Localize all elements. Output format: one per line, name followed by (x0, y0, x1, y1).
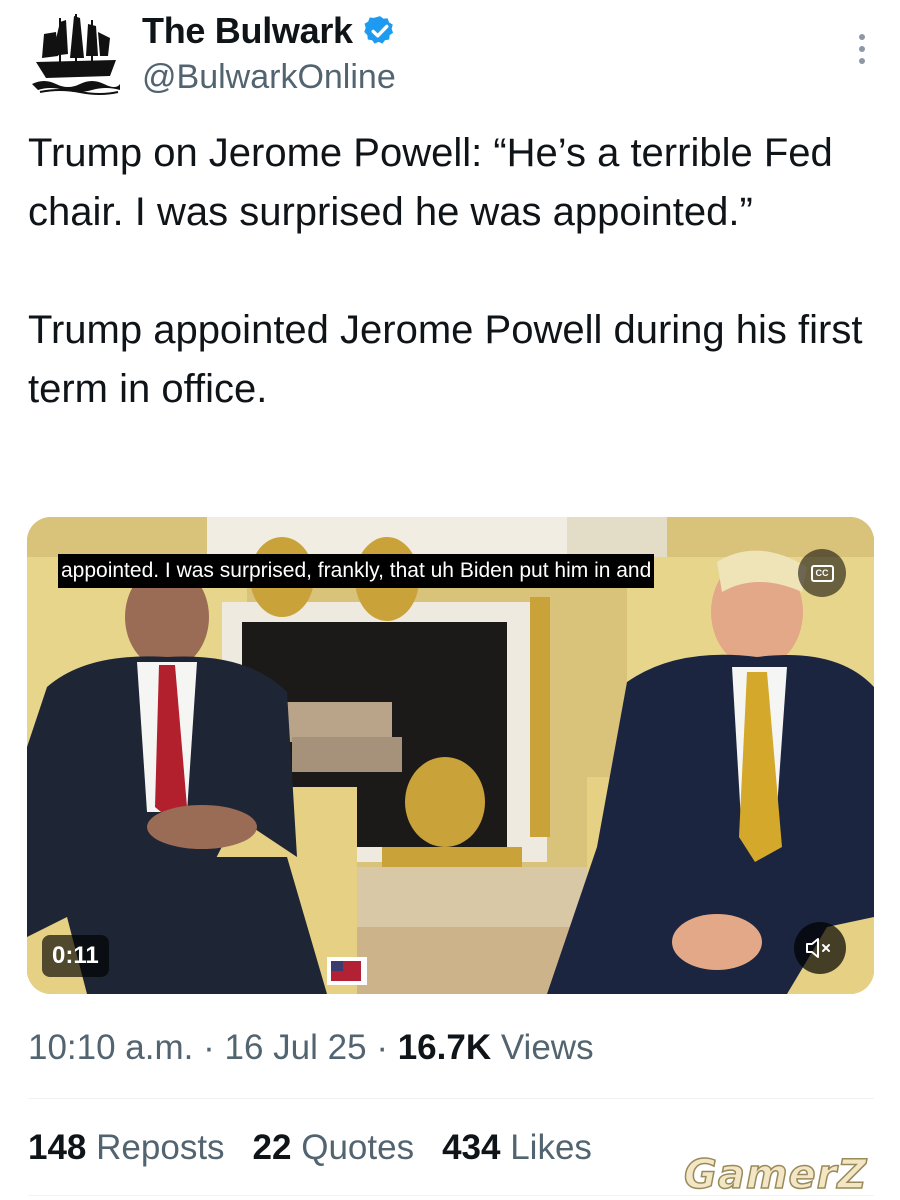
watermark-text: GamerZ (684, 1152, 867, 1196)
speaker-muted-icon (806, 938, 830, 958)
video-player[interactable]: appointed. I was surprised, frankly, tha… (27, 517, 874, 994)
divider (28, 1098, 874, 1099)
cc-icon: CC (810, 564, 834, 582)
avatar[interactable] (30, 14, 120, 96)
video-caption: appointed. I was surprised, frankly, tha… (58, 554, 655, 588)
pirate-ship-logo-icon (32, 14, 120, 95)
reposts-count: 148 (28, 1128, 87, 1167)
mute-button[interactable] (794, 922, 846, 974)
meta-separator: · (203, 1028, 215, 1067)
tweet-meta: 10:10 a.m. · 16 Jul 25 · 16.7K Views (28, 1028, 594, 1068)
verified-badge-icon (364, 16, 393, 44)
quotes-stat[interactable]: 22 Quotes (253, 1128, 415, 1168)
account-handle[interactable]: @BulwarkOnline (142, 58, 396, 97)
video-frame (27, 517, 874, 994)
meta-separator: · (376, 1028, 388, 1067)
views-label: Views (500, 1028, 594, 1067)
quotes-count: 22 (252, 1128, 292, 1167)
views-count: 16.7K (397, 1028, 492, 1067)
gamerz-watermark: GamerZ (683, 1151, 867, 1196)
more-options-icon[interactable] (856, 34, 868, 70)
closed-captions-button[interactable]: CC (798, 549, 846, 597)
engagement-stats: 148 Reposts 22 Quotes 434 Likes (28, 1128, 592, 1168)
tweet-text: Trump on Jerome Powell: “He’s a terrible… (28, 124, 878, 419)
likes-label: Likes (510, 1128, 592, 1167)
display-name[interactable]: The Bulwark (142, 10, 353, 52)
reposts-label: Reposts (96, 1128, 225, 1167)
tweet-paragraph: Trump on Jerome Powell: “He’s a terrible… (28, 131, 833, 234)
tweet-time[interactable]: 10:10 a.m. (28, 1028, 193, 1067)
likes-stat[interactable]: 434 Likes (442, 1128, 592, 1168)
tweet-date[interactable]: 16 Jul 25 (225, 1028, 367, 1067)
tweet-header: The Bulwark @BulwarkOnline (0, 0, 900, 110)
reposts-stat[interactable]: 148 Reposts (28, 1128, 225, 1168)
quotes-label: Quotes (301, 1128, 415, 1167)
likes-count: 434 (442, 1128, 501, 1167)
video-timestamp: 0:11 (42, 935, 109, 977)
tweet-paragraph: Trump appointed Jerome Powell during his… (28, 308, 863, 411)
